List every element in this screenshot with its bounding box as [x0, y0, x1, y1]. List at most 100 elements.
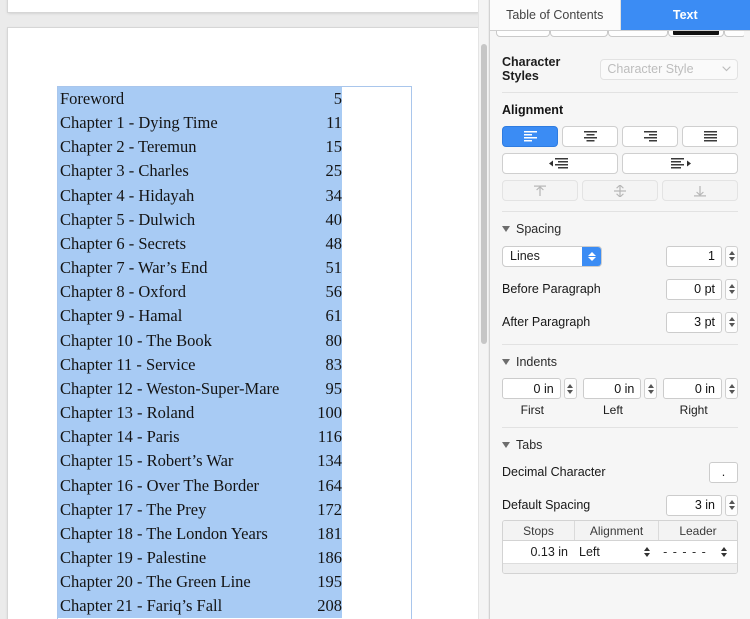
indent-right-stepper[interactable] [725, 378, 739, 399]
toc-entry[interactable]: Chapter 16 - Over The Border 164 [58, 473, 342, 498]
clipped-segment-5[interactable] [724, 31, 744, 37]
toc-entry-page-number: 40 [325, 209, 343, 229]
toc-entry[interactable]: Foreword 5 [58, 87, 342, 112]
align-justify-button[interactable] [682, 126, 738, 147]
toc-entry[interactable]: Chapter 2 - Teremun 15 [58, 135, 342, 160]
toc-entry-title: Chapter 9 - Hamal [60, 306, 183, 326]
character-style-combobox[interactable]: Character Style [600, 58, 738, 80]
indents-disclosure[interactable]: Indents [502, 355, 738, 369]
tab-stop-leader[interactable]: - - - - - [659, 545, 711, 559]
toc-entry[interactable]: Chapter 20 - The Green Line 195 [58, 570, 342, 595]
indent-fields-row: 0 in First 0 in Left 0 in Right [502, 378, 739, 417]
column-header-leader[interactable]: Leader [659, 521, 737, 540]
spacing-disclosure[interactable]: Spacing [502, 222, 738, 236]
toc-entry[interactable]: Chapter 12 - Weston-Super-Mare 95 [58, 376, 342, 402]
before-paragraph-field[interactable]: 0 pt [666, 278, 722, 300]
tab-stops-table[interactable]: Stops Alignment Leader 0.13 in Left - - … [502, 520, 738, 574]
toc-entry[interactable]: Chapter 15 - Robert’s War 134 [58, 449, 342, 474]
column-header-stops[interactable]: Stops [503, 521, 575, 540]
indent-left-caption: Left [603, 403, 624, 417]
disclosure-triangle-icon [502, 442, 510, 448]
indent-first-stepper[interactable] [563, 378, 577, 399]
indent-button-row[interactable] [502, 153, 738, 174]
toc-entry[interactable]: Chapter 4 - Hidayah 34 [58, 183, 342, 208]
toc-entry[interactable]: Chapter 5 - Dulwich 40 [58, 207, 343, 232]
document-canvas[interactable]: Foreword 5 Chapter 1 - Dying Time 11 Chapter… [0, 0, 489, 619]
tab-text[interactable]: Text [620, 0, 750, 30]
toc-entry[interactable]: Chapter 7 - War’s End 51 [58, 256, 342, 281]
after-paragraph-row: After Paragraph 3 pt [502, 311, 738, 333]
toc-entry-page-number: 134 [317, 451, 342, 471]
line-spacing-value-stepper[interactable] [725, 245, 738, 267]
line-spacing-mode-stepper[interactable] [582, 246, 601, 266]
toc-entry[interactable]: Chapter 3 - Charles 25 [58, 159, 342, 184]
toc-entry[interactable]: Chapter 6 - Secrets 48 [58, 231, 342, 257]
document-scrollbar-thumb[interactable] [481, 44, 487, 344]
toc-entry[interactable]: Chapter 8 - Oxford 56 [58, 280, 343, 305]
tab-stop-value[interactable]: 0.13 in [503, 545, 575, 559]
clipped-segmented-control-row[interactable] [496, 31, 744, 44]
align-center-button[interactable] [562, 126, 618, 147]
format-inspector-panel[interactable]: Table of Contents Text Character Styles … [489, 0, 750, 619]
tabs-disclosure[interactable]: Tabs [502, 438, 738, 452]
after-paragraph-label: After Paragraph [502, 315, 591, 329]
line-spacing-row: Lines 1 [502, 245, 738, 267]
toc-entry[interactable]: Chapter 11 - Service 83 [58, 352, 342, 377]
toc-entry[interactable]: Chapter 10 - The Book 80 [58, 328, 342, 353]
toc-entry[interactable]: Chapter 18 - The London Years 181 [58, 521, 342, 546]
toc-entry[interactable]: Chapter 21 - Fariq’s Fall 208 [58, 594, 342, 619]
column-header-alignment[interactable]: Alignment [575, 521, 659, 540]
default-spacing-field[interactable]: 3 in [666, 494, 722, 516]
clipped-segment-3[interactable] [608, 31, 668, 37]
document-vertical-scrollbar[interactable] [478, 0, 488, 619]
line-spacing-value-field[interactable]: 1 [666, 245, 722, 267]
tab-stop-alignment[interactable]: Left [575, 545, 635, 559]
toc-entry-title: Chapter 7 - War’s End [60, 258, 208, 278]
before-paragraph-stepper[interactable] [725, 278, 738, 300]
indent-first-field[interactable]: 0 in [502, 378, 561, 399]
inspector-tab-bar[interactable]: Table of Contents Text [490, 0, 750, 31]
toc-entry-title: Chapter 16 - Over The Border [60, 475, 260, 495]
alignment-section: Alignment [490, 103, 750, 201]
vertical-alignment-button-row[interactable] [502, 180, 738, 201]
horizontal-alignment-button-row[interactable] [502, 126, 738, 147]
after-paragraph-stepper[interactable] [725, 311, 738, 333]
increase-indent-button[interactable] [622, 153, 738, 174]
tab-stops-table-footer [503, 563, 737, 573]
align-justify-icon [703, 131, 717, 142]
toc-entry[interactable]: Chapter 13 - Roland 100 [58, 401, 342, 426]
indents-section: Indents 0 in First 0 in Left 0 in Right [490, 355, 750, 417]
table-of-contents-text-box[interactable]: Foreword 5 Chapter 1 - Dying Time 11 Chapter… [57, 86, 412, 619]
align-left-icon [523, 131, 537, 142]
decimal-character-field[interactable]: . [709, 461, 738, 483]
toc-entry-title: Chapter 21 - Fariq’s Fall [60, 596, 223, 616]
toc-entry[interactable]: Chapter 1 - Dying Time 11 [58, 111, 342, 136]
clipped-segment-4[interactable] [668, 31, 724, 37]
align-center-icon [583, 131, 597, 142]
align-middle-button[interactable] [582, 180, 658, 201]
tab-table-of-contents[interactable]: Table of Contents [490, 0, 621, 30]
tab-stop-leader-stepper[interactable] [711, 547, 737, 557]
indent-right-field[interactable]: 0 in [663, 378, 723, 399]
tab-stops-table-header: Stops Alignment Leader [503, 521, 737, 541]
clipped-segment-1[interactable] [496, 31, 550, 37]
decrease-indent-button[interactable] [502, 153, 618, 174]
align-left-button[interactable] [502, 126, 558, 147]
tab-stop-alignment-stepper[interactable] [635, 547, 659, 557]
toc-entry[interactable]: Chapter 14 - Paris 116 [58, 425, 342, 450]
after-paragraph-field[interactable]: 3 pt [666, 311, 722, 333]
toc-entry-page-number: 56 [325, 282, 343, 302]
clipped-segment-2[interactable] [550, 31, 608, 37]
table-of-contents-list[interactable]: Foreword 5 Chapter 1 - Dying Time 11 Chapter… [58, 87, 411, 619]
toc-entry[interactable]: Chapter 17 - The Prey 172 [58, 497, 342, 522]
toc-entry[interactable]: Chapter 9 - Hamal 61 [58, 304, 342, 329]
line-spacing-mode-popup[interactable]: Lines [502, 245, 602, 267]
indent-left-field[interactable]: 0 in [582, 378, 642, 399]
toc-entry[interactable]: Chapter 19 - Palestine 186 [58, 545, 342, 571]
default-spacing-stepper[interactable] [725, 494, 738, 516]
align-right-button[interactable] [622, 126, 678, 147]
align-bottom-button[interactable] [662, 180, 738, 201]
align-top-button[interactable] [502, 180, 578, 201]
table-row[interactable]: 0.13 in Left - - - - - [503, 541, 737, 563]
indent-left-stepper[interactable] [644, 378, 658, 399]
